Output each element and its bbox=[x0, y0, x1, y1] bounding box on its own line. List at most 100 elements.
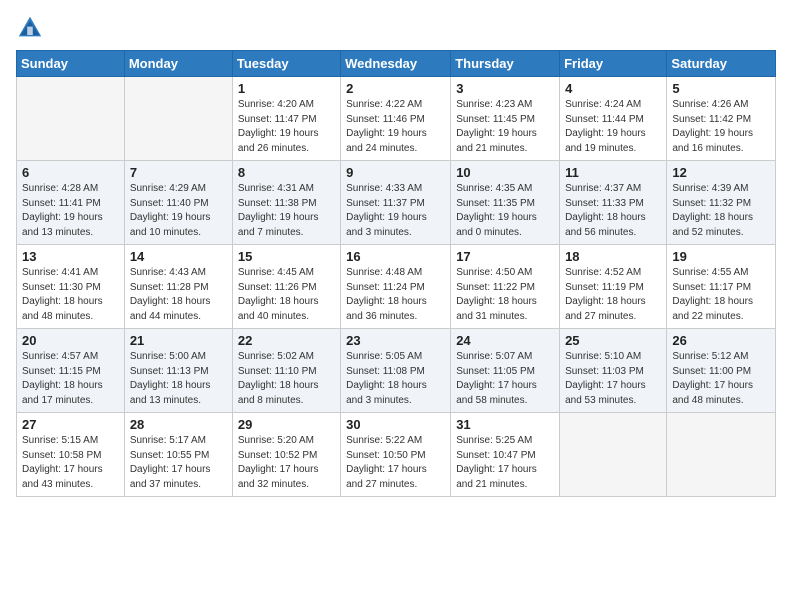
calendar-cell: 15Sunrise: 4:45 AM Sunset: 11:26 PM Dayl… bbox=[232, 245, 340, 329]
calendar-week-row: 6 Sunrise: 4:28 AM Sunset: 11:41 PM Dayli… bbox=[17, 161, 776, 245]
day-number: 2 bbox=[346, 81, 445, 96]
calendar-cell: 18Sunrise: 4:52 AM Sunset: 11:19 PM Dayl… bbox=[560, 245, 667, 329]
day-number: 31 bbox=[456, 417, 554, 432]
day-detail: Sunrise: 5:07 AM Sunset: 11:05 PM Daylig… bbox=[456, 350, 554, 408]
day-detail: Sunrise: 5:00 AM Sunset: 11:13 PM Daylig… bbox=[130, 350, 227, 408]
day-detail: Sunrise: 4:52 AM Sunset: 11:19 PM Daylig… bbox=[565, 266, 661, 324]
calendar-cell-empty bbox=[560, 413, 667, 497]
calendar-day-header: Friday bbox=[560, 51, 667, 77]
day-number: 6 bbox=[22, 165, 119, 180]
calendar-cell: 14 Sunrise: 4:43 AM Sunset: 11:28 PM Dayl… bbox=[124, 245, 232, 329]
day-number: 7 bbox=[130, 165, 227, 180]
calendar-cell: 21 Sunrise: 5:00 AM Sunset: 11:13 PM Dayl… bbox=[124, 329, 232, 413]
day-detail: Sunrise: 4:26 AM Sunset: 11:42 PM Daylig… bbox=[672, 98, 770, 156]
calendar-day-header: Wednesday bbox=[341, 51, 451, 77]
day-number: 1 bbox=[238, 81, 335, 96]
day-detail: Sunrise: 5:02 AM Sunset: 11:10 PM Daylig… bbox=[238, 350, 335, 408]
calendar-day-header: Sunday bbox=[17, 51, 125, 77]
calendar-cell-empty bbox=[667, 413, 776, 497]
calendar-cell: 17Sunrise: 4:50 AM Sunset: 11:22 PM Dayl… bbox=[451, 245, 560, 329]
calendar-cell-empty bbox=[124, 77, 232, 161]
page: SundayMondayTuesdayWednesdayThursdayFrid… bbox=[0, 0, 792, 612]
day-number: 23 bbox=[346, 333, 445, 348]
calendar-cell: 7 Sunrise: 4:29 AM Sunset: 11:40 PM Dayli… bbox=[124, 161, 232, 245]
day-detail: Sunrise: 5:05 AM Sunset: 11:08 PM Daylig… bbox=[346, 350, 445, 408]
day-detail: Sunrise: 4:43 AM Sunset: 11:28 PM Daylig… bbox=[130, 266, 227, 324]
calendar-table: SundayMondayTuesdayWednesdayThursdayFrid… bbox=[16, 50, 776, 497]
day-number: 9 bbox=[346, 165, 445, 180]
calendar-cell: 23 Sunrise: 5:05 AM Sunset: 11:08 PM Dayl… bbox=[341, 329, 451, 413]
calendar-day-header: Thursday bbox=[451, 51, 560, 77]
day-number: 24 bbox=[456, 333, 554, 348]
calendar-cell: 2 Sunrise: 4:22 AM Sunset: 11:46 PM Dayli… bbox=[341, 77, 451, 161]
calendar-cell: 28 Sunrise: 5:17 AM Sunset: 10:55 PM Dayl… bbox=[124, 413, 232, 497]
calendar-week-row: 27Sunrise: 5:15 AM Sunset: 10:58 PM Dayl… bbox=[17, 413, 776, 497]
day-detail: Sunrise: 5:22 AM Sunset: 10:50 PM Daylig… bbox=[346, 434, 445, 492]
day-number: 5 bbox=[672, 81, 770, 96]
calendar-cell: 20 Sunrise: 4:57 AM Sunset: 11:15 PM Dayl… bbox=[17, 329, 125, 413]
day-number: 11 bbox=[565, 165, 661, 180]
day-detail: Sunrise: 4:55 AM Sunset: 11:17 PM Daylig… bbox=[672, 266, 770, 324]
calendar-cell: 11 Sunrise: 4:37 AM Sunset: 11:33 PM Dayl… bbox=[560, 161, 667, 245]
day-detail: Sunrise: 5:12 AM Sunset: 11:00 PM Daylig… bbox=[672, 350, 770, 408]
day-number: 4 bbox=[565, 81, 661, 96]
calendar-day-header: Saturday bbox=[667, 51, 776, 77]
day-detail: Sunrise: 4:33 AM Sunset: 11:37 PM Daylig… bbox=[346, 182, 445, 240]
calendar-header-row: SundayMondayTuesdayWednesdayThursdayFrid… bbox=[17, 51, 776, 77]
calendar-cell: 30Sunrise: 5:22 AM Sunset: 10:50 PM Dayl… bbox=[341, 413, 451, 497]
day-number: 10 bbox=[456, 165, 554, 180]
day-number: 15 bbox=[238, 249, 335, 264]
calendar-cell: 29 Sunrise: 5:20 AM Sunset: 10:52 PM Dayl… bbox=[232, 413, 340, 497]
calendar-cell: 3Sunrise: 4:23 AM Sunset: 11:45 PM Dayli… bbox=[451, 77, 560, 161]
calendar-cell: 22Sunrise: 5:02 AM Sunset: 11:10 PM Dayl… bbox=[232, 329, 340, 413]
day-number: 13 bbox=[22, 249, 119, 264]
calendar-cell: 27Sunrise: 5:15 AM Sunset: 10:58 PM Dayl… bbox=[17, 413, 125, 497]
day-detail: Sunrise: 4:29 AM Sunset: 11:40 PM Daylig… bbox=[130, 182, 227, 240]
calendar-cell-empty bbox=[17, 77, 125, 161]
day-detail: Sunrise: 4:48 AM Sunset: 11:24 PM Daylig… bbox=[346, 266, 445, 324]
day-detail: Sunrise: 5:17 AM Sunset: 10:55 PM Daylig… bbox=[130, 434, 227, 492]
day-detail: Sunrise: 4:37 AM Sunset: 11:33 PM Daylig… bbox=[565, 182, 661, 240]
day-detail: Sunrise: 5:20 AM Sunset: 10:52 PM Daylig… bbox=[238, 434, 335, 492]
calendar-cell: 26 Sunrise: 5:12 AM Sunset: 11:00 PM Dayl… bbox=[667, 329, 776, 413]
day-number: 19 bbox=[672, 249, 770, 264]
calendar-cell: 8 Sunrise: 4:31 AM Sunset: 11:38 PM Dayli… bbox=[232, 161, 340, 245]
day-detail: Sunrise: 4:22 AM Sunset: 11:46 PM Daylig… bbox=[346, 98, 445, 156]
calendar-week-row: 13 Sunrise: 4:41 AM Sunset: 11:30 PM Dayl… bbox=[17, 245, 776, 329]
day-detail: Sunrise: 5:10 AM Sunset: 11:03 PM Daylig… bbox=[565, 350, 661, 408]
calendar-week-row: 20 Sunrise: 4:57 AM Sunset: 11:15 PM Dayl… bbox=[17, 329, 776, 413]
calendar-cell: 6 Sunrise: 4:28 AM Sunset: 11:41 PM Dayli… bbox=[17, 161, 125, 245]
calendar-cell: 13 Sunrise: 4:41 AM Sunset: 11:30 PM Dayl… bbox=[17, 245, 125, 329]
day-number: 28 bbox=[130, 417, 227, 432]
day-number: 25 bbox=[565, 333, 661, 348]
logo-icon bbox=[16, 14, 44, 42]
calendar-day-header: Monday bbox=[124, 51, 232, 77]
header bbox=[16, 10, 776, 42]
day-detail: Sunrise: 5:25 AM Sunset: 10:47 PM Daylig… bbox=[456, 434, 554, 492]
day-detail: Sunrise: 4:20 AM Sunset: 11:47 PM Daylig… bbox=[238, 98, 335, 156]
logo bbox=[16, 14, 48, 42]
day-detail: Sunrise: 4:24 AM Sunset: 11:44 PM Daylig… bbox=[565, 98, 661, 156]
calendar-week-row: 1 Sunrise: 4:20 AM Sunset: 11:47 PM Dayli… bbox=[17, 77, 776, 161]
day-number: 14 bbox=[130, 249, 227, 264]
day-detail: Sunrise: 4:28 AM Sunset: 11:41 PM Daylig… bbox=[22, 182, 119, 240]
calendar-cell: 24 Sunrise: 5:07 AM Sunset: 11:05 PM Dayl… bbox=[451, 329, 560, 413]
day-detail: Sunrise: 4:31 AM Sunset: 11:38 PM Daylig… bbox=[238, 182, 335, 240]
calendar-cell: 31 Sunrise: 5:25 AM Sunset: 10:47 PM Dayl… bbox=[451, 413, 560, 497]
day-number: 29 bbox=[238, 417, 335, 432]
calendar-cell: 10 Sunrise: 4:35 AM Sunset: 11:35 PM Dayl… bbox=[451, 161, 560, 245]
calendar-cell: 1 Sunrise: 4:20 AM Sunset: 11:47 PM Dayli… bbox=[232, 77, 340, 161]
day-number: 21 bbox=[130, 333, 227, 348]
day-number: 27 bbox=[22, 417, 119, 432]
calendar-cell: 19 Sunrise: 4:55 AM Sunset: 11:17 PM Dayl… bbox=[667, 245, 776, 329]
day-number: 20 bbox=[22, 333, 119, 348]
day-number: 8 bbox=[238, 165, 335, 180]
calendar-cell: 25 Sunrise: 5:10 AM Sunset: 11:03 PM Dayl… bbox=[560, 329, 667, 413]
day-detail: Sunrise: 4:39 AM Sunset: 11:32 PM Daylig… bbox=[672, 182, 770, 240]
day-detail: Sunrise: 4:41 AM Sunset: 11:30 PM Daylig… bbox=[22, 266, 119, 324]
day-number: 16 bbox=[346, 249, 445, 264]
day-number: 26 bbox=[672, 333, 770, 348]
day-detail: Sunrise: 4:35 AM Sunset: 11:35 PM Daylig… bbox=[456, 182, 554, 240]
day-detail: Sunrise: 4:23 AM Sunset: 11:45 PM Daylig… bbox=[456, 98, 554, 156]
day-detail: Sunrise: 4:57 AM Sunset: 11:15 PM Daylig… bbox=[22, 350, 119, 408]
